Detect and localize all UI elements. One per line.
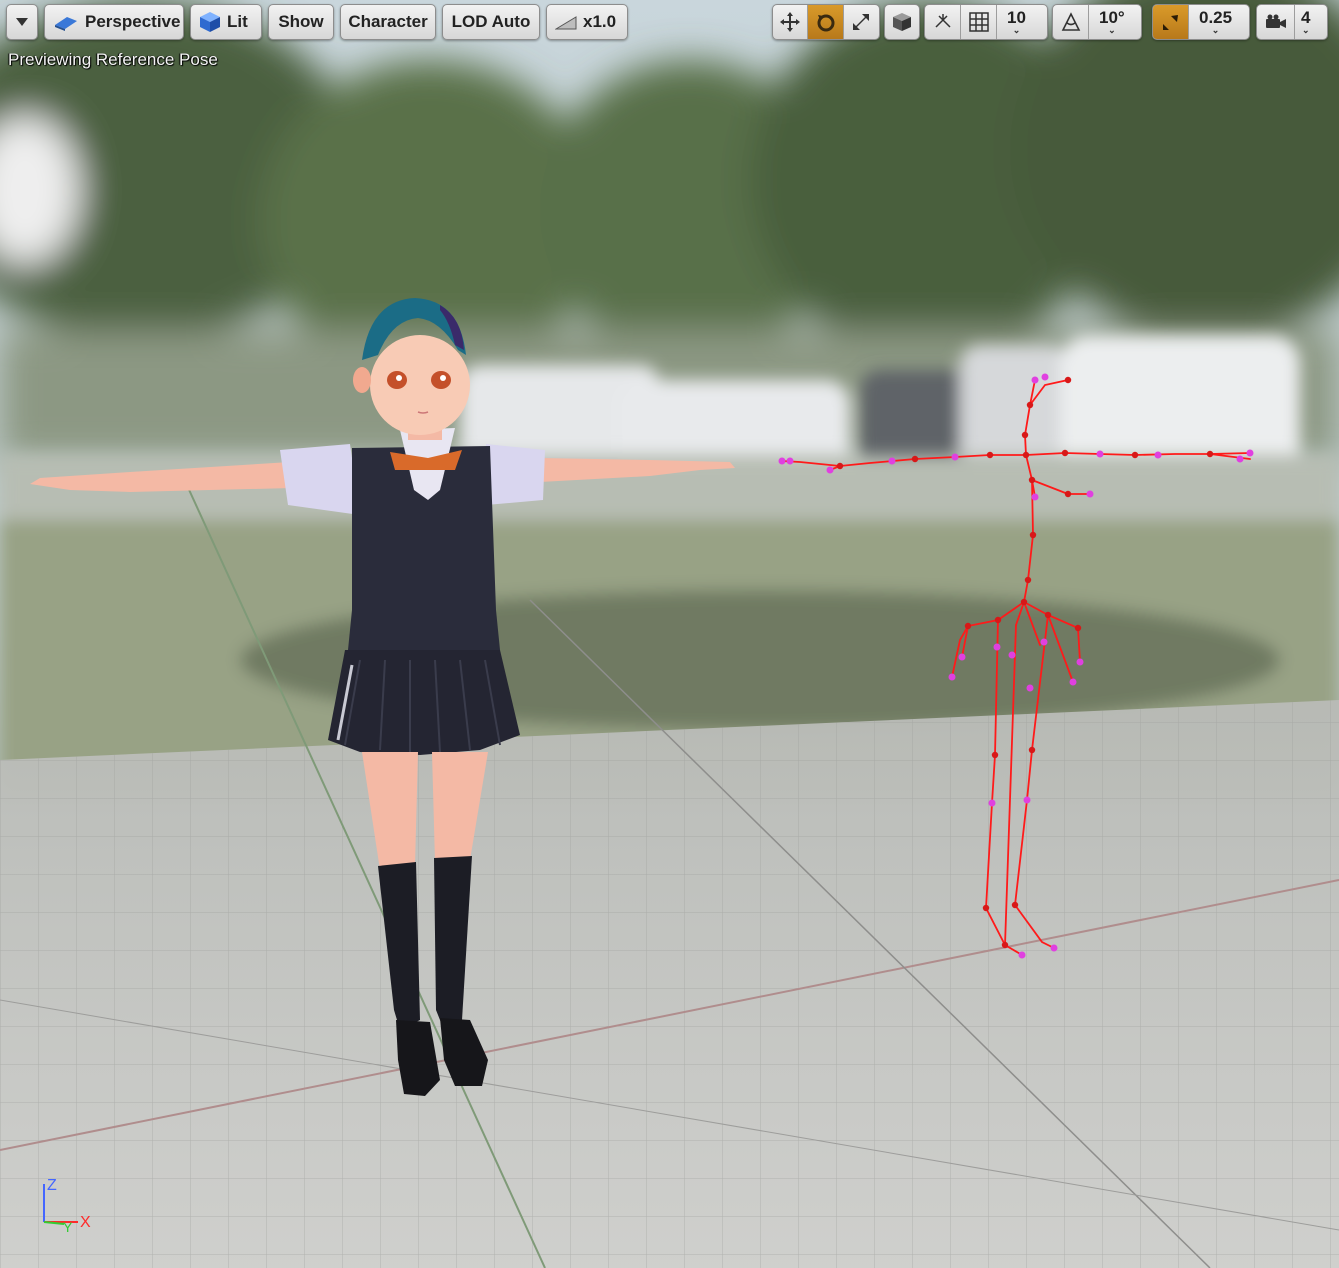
surface-snap-icon xyxy=(932,11,954,33)
scene-render xyxy=(0,0,1339,1268)
grid-snap-value[interactable]: 10 ⌄ xyxy=(997,5,1036,39)
transform-tools xyxy=(772,4,880,40)
lit-label: Lit xyxy=(227,12,248,31)
scale-tool[interactable] xyxy=(844,5,879,39)
axis-z-label: Z xyxy=(47,1177,57,1194)
rotation-snap-group: 10° ⌄ xyxy=(1052,4,1142,40)
rotation-snap-value-text: 10° xyxy=(1099,8,1125,27)
move-arrows-icon xyxy=(779,11,801,33)
speed-slope-icon xyxy=(555,14,577,30)
axis-y-label: Y xyxy=(63,1219,73,1235)
world-cube-icon xyxy=(891,11,913,33)
show-label: Show xyxy=(278,12,324,31)
lod-button[interactable]: LOD Auto xyxy=(442,4,540,40)
perspective-label: Perspective xyxy=(85,12,181,31)
rotate-tool[interactable] xyxy=(808,5,844,39)
camera-speed-toggle[interactable] xyxy=(1257,5,1295,39)
show-button[interactable]: Show xyxy=(268,4,334,40)
camera-speed-value[interactable]: 4 ⌄ xyxy=(1295,5,1316,39)
chevron-down-icon: ⌄ xyxy=(1211,25,1220,35)
scale-snap-group: 0.25 ⌄ xyxy=(1152,4,1250,40)
viewport[interactable]: Perspective Lit Show Character LOD Auto … xyxy=(0,0,1339,1268)
lod-label: LOD Auto xyxy=(451,12,531,31)
surface-snap-toggle[interactable] xyxy=(925,5,961,39)
rotation-snap-value[interactable]: 10° ⌄ xyxy=(1089,5,1135,39)
axis-x-label: X xyxy=(80,1214,91,1231)
camera-icon xyxy=(1264,13,1288,31)
coordinate-space-group xyxy=(884,4,920,40)
lit-button[interactable]: Lit xyxy=(190,4,262,40)
chevron-down-icon: ⌄ xyxy=(1301,25,1310,35)
angle-icon xyxy=(1060,11,1082,33)
grid-snap-value-text: 10 xyxy=(1007,8,1026,27)
lit-cube-icon xyxy=(199,11,221,33)
chevron-down-icon: ⌄ xyxy=(1012,25,1021,35)
preview-status-text: Previewing Reference Pose xyxy=(8,50,218,69)
rotation-snap-toggle[interactable] xyxy=(1053,5,1089,39)
scale-snap-value-text: 0.25 xyxy=(1199,8,1233,27)
scale-arrow-icon xyxy=(850,11,872,33)
scale-snap-toggle[interactable] xyxy=(1153,5,1189,39)
playback-speed-button[interactable]: x1.0 xyxy=(546,4,628,40)
chevron-down-icon: ⌄ xyxy=(1108,25,1116,35)
grid-icon xyxy=(968,12,989,32)
rotate-icon xyxy=(815,11,837,33)
character-label: Character xyxy=(348,12,428,31)
axis-gizmo: Z Y X xyxy=(43,1177,91,1235)
camera-speed-group: 4 ⌄ xyxy=(1256,4,1328,40)
coordinate-space-toggle[interactable] xyxy=(885,5,919,39)
speed-label: x1.0 xyxy=(583,12,617,31)
scale-snap-icon xyxy=(1161,12,1181,32)
translate-tool[interactable] xyxy=(773,5,809,39)
perspective-button[interactable]: Perspective xyxy=(44,4,184,40)
character-button[interactable]: Character xyxy=(340,4,436,40)
viewport-options-button[interactable] xyxy=(6,4,38,40)
chevron-down-icon xyxy=(16,18,28,26)
grid-snap-toggle[interactable] xyxy=(961,5,997,39)
scale-snap-value[interactable]: 0.25 ⌄ xyxy=(1189,5,1242,39)
grid-snap-group: 10 ⌄ xyxy=(924,4,1048,40)
perspective-camera-icon xyxy=(53,13,79,31)
camera-speed-value-text: 4 xyxy=(1301,8,1311,27)
